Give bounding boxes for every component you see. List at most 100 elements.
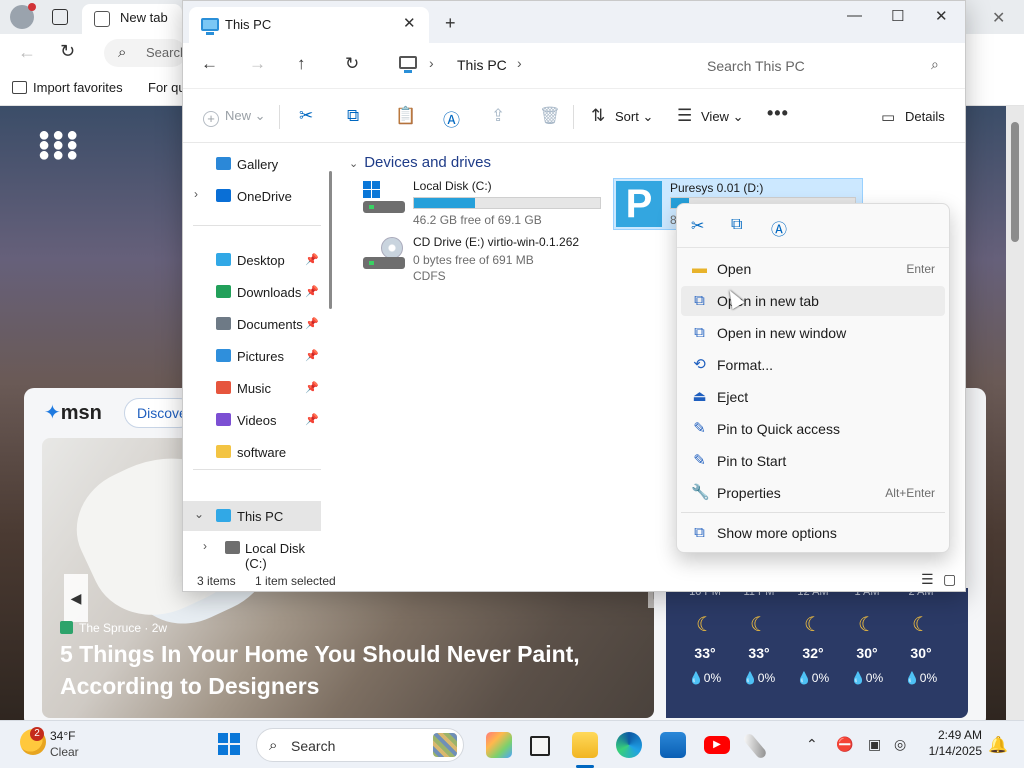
menu-item-open-in-new-tab[interactable]: ⧉ Open in new tab bbox=[681, 286, 945, 316]
usb-tool-icon[interactable] bbox=[742, 732, 768, 760]
up-icon[interactable]: ↑ bbox=[297, 54, 306, 74]
group-header[interactable]: ⌄ Devices and drives bbox=[349, 154, 497, 171]
favorite-import[interactable]: Import favorites bbox=[12, 80, 123, 95]
volume-icon[interactable]: ◎ bbox=[894, 736, 906, 753]
refresh-icon[interactable]: ↻ bbox=[60, 41, 75, 62]
menu-item-format[interactable]: ⟲ Format... bbox=[681, 350, 945, 380]
start-button[interactable] bbox=[218, 733, 240, 755]
nav-item-desktop[interactable]: Desktop 📌 bbox=[183, 245, 321, 275]
precip-value: 0% bbox=[919, 671, 938, 685]
tab-actions-icon[interactable] bbox=[52, 9, 68, 25]
nav-item-pictures[interactable]: Pictures 📌 bbox=[183, 341, 321, 371]
favorite-item[interactable]: For qu bbox=[148, 80, 182, 95]
msn-logo[interactable]: ✦msn bbox=[44, 400, 102, 425]
terminal-icon[interactable] bbox=[530, 736, 550, 756]
view-icon[interactable]: ☰ bbox=[677, 106, 692, 126]
divider bbox=[681, 512, 945, 513]
minimize-icon[interactable]: — bbox=[847, 7, 862, 24]
edge-icon[interactable] bbox=[616, 732, 642, 758]
maximize-icon[interactable]: ☐ bbox=[891, 7, 904, 25]
browser-scrollbar[interactable] bbox=[1006, 106, 1024, 720]
chevron-right-icon[interactable]: › bbox=[194, 187, 198, 201]
nav-item-onedrive[interactable]: › OneDrive bbox=[183, 181, 321, 211]
taskbar-search[interactable]: ⌕ Search bbox=[256, 728, 464, 762]
rename-icon[interactable]: Ⓐ bbox=[771, 216, 787, 240]
scrollbar-thumb[interactable] bbox=[1011, 122, 1019, 242]
refresh-icon[interactable]: ↻ bbox=[345, 54, 359, 74]
back-icon[interactable]: ← bbox=[18, 42, 36, 63]
rename-icon[interactable]: Ⓐ bbox=[443, 106, 460, 131]
chevron-right-icon[interactable]: › bbox=[429, 55, 434, 71]
browser-search-box[interactable]: ⌕ Search bbox=[104, 39, 186, 67]
carousel-prev-icon[interactable]: ◀ bbox=[64, 574, 88, 622]
new-button[interactable]: + New ⌄ bbox=[203, 108, 266, 127]
profile-avatar[interactable] bbox=[10, 3, 36, 29]
new-tab-button[interactable]: + bbox=[445, 13, 456, 34]
weather-temp[interactable]: 34°F bbox=[50, 729, 75, 743]
nav-item-local-disk-c[interactable]: › Local Disk (C:) bbox=[183, 533, 321, 571]
nav-item-videos[interactable]: Videos 📌 bbox=[183, 405, 321, 435]
weather-condition[interactable]: Clear bbox=[50, 745, 79, 759]
back-icon[interactable]: ← bbox=[201, 54, 218, 74]
explorer-search-box[interactable]: Search This PC ⌕ bbox=[693, 49, 955, 81]
nav-item-gallery[interactable]: Gallery bbox=[183, 149, 321, 179]
share-icon[interactable]: ⇪ bbox=[491, 106, 505, 126]
details-pane-icon[interactable]: ▭ bbox=[881, 108, 895, 126]
apps-grid-icon[interactable]: ●●● ●●● ●●● bbox=[38, 125, 80, 165]
weather-hour[interactable]: 10 PM ☾ 33° 💧0% bbox=[680, 586, 730, 685]
sort-button[interactable]: Sort ⌄ bbox=[615, 109, 653, 125]
close-tab-icon[interactable]: ✕ bbox=[403, 14, 416, 32]
notification-bell-icon[interactable]: 🔔 bbox=[988, 735, 1008, 755]
menu-item-eject[interactable]: ⏏ Eject bbox=[681, 382, 945, 412]
breadcrumb[interactable]: › This PC › bbox=[393, 49, 683, 79]
menu-item-pin-to-start[interactable]: ✎ Pin to Start bbox=[681, 446, 945, 476]
browser-close-icon[interactable]: ✕ bbox=[992, 8, 1005, 28]
nav-item-documents[interactable]: Documents 📌 bbox=[183, 309, 321, 339]
menu-item-properties[interactable]: 🔧 Properties Alt+Enter bbox=[681, 478, 945, 508]
weather-hour[interactable]: 1 AM ☾ 30° 💧0% bbox=[842, 586, 892, 685]
paste-icon[interactable]: 📋 bbox=[395, 106, 416, 126]
display-icon[interactable]: ▣ bbox=[868, 736, 881, 753]
chevron-up-icon[interactable]: ⌃ bbox=[806, 736, 818, 753]
menu-item-open[interactable]: ▬ Open Enter bbox=[681, 254, 945, 284]
nav-item-software[interactable]: software bbox=[183, 437, 321, 467]
copy-icon[interactable]: ⧉ bbox=[347, 106, 359, 126]
cut-icon[interactable]: ✂ bbox=[299, 106, 313, 126]
menu-item-open-in-new-window[interactable]: ⧉ Open in new window bbox=[681, 318, 945, 348]
precip-value: 0% bbox=[757, 671, 776, 685]
weather-hour[interactable]: 11 PM ☾ 33° 💧0% bbox=[734, 586, 784, 685]
cut-icon[interactable]: ✂ bbox=[691, 216, 704, 236]
youtube-icon[interactable]: ▶ bbox=[704, 736, 730, 754]
news-headline[interactable]: 5 Things In Your Home You Should Never P… bbox=[60, 638, 620, 702]
chevron-down-icon[interactable]: ⌄ bbox=[194, 507, 204, 521]
menu-item-pin-to-quick-access[interactable]: ✎ Pin to Quick access bbox=[681, 414, 945, 444]
weather-hour[interactable]: 2 AM ☾ 30° 💧0% bbox=[896, 586, 946, 685]
browser-tab[interactable]: New tab bbox=[82, 4, 182, 34]
forward-icon[interactable]: → bbox=[249, 54, 266, 74]
nav-pane-scrollbar[interactable] bbox=[329, 171, 332, 309]
delete-icon[interactable]: 🗑 bbox=[539, 106, 561, 126]
details-view-icon[interactable]: ☰ bbox=[921, 571, 934, 588]
details-button[interactable]: Details bbox=[905, 109, 945, 124]
show-more-options[interactable]: ⧉ Show more options bbox=[681, 518, 945, 548]
copy-icon[interactable]: ⧉ bbox=[731, 216, 742, 234]
chevron-right-icon[interactable]: › bbox=[203, 539, 207, 553]
explorer-tab[interactable]: This PC ✕ bbox=[189, 7, 429, 43]
sort-icon[interactable]: ⇅ bbox=[591, 106, 605, 126]
more-options-icon[interactable]: ••• bbox=[767, 103, 789, 124]
chevron-right-icon[interactable]: › bbox=[517, 55, 522, 71]
nav-item-music[interactable]: Music 📌 bbox=[183, 373, 321, 403]
view-button[interactable]: View ⌄ bbox=[701, 109, 743, 125]
file-explorer-icon[interactable] bbox=[572, 732, 598, 758]
tiles-view-icon[interactable]: ▢ bbox=[943, 571, 956, 588]
breadcrumb-this-pc[interactable]: This PC bbox=[457, 57, 507, 73]
copilot-app-icon[interactable] bbox=[486, 732, 512, 758]
store-icon[interactable] bbox=[660, 732, 686, 758]
weather-hour[interactable]: 12 AM ☾ 32° 💧0% bbox=[788, 586, 838, 685]
close-window-icon[interactable]: ✕ bbox=[935, 7, 948, 25]
system-clock[interactable]: 2:49 AM 1/14/2025 bbox=[920, 728, 982, 758]
nav-item-this-pc[interactable]: ⌄ This PC bbox=[183, 501, 321, 531]
explorer-titlebar: This PC ✕ + — ☐ ✕ bbox=[183, 1, 965, 43]
nav-item-downloads[interactable]: Downloads 📌 bbox=[183, 277, 321, 307]
network-icon[interactable]: ⛔ bbox=[836, 736, 853, 753]
